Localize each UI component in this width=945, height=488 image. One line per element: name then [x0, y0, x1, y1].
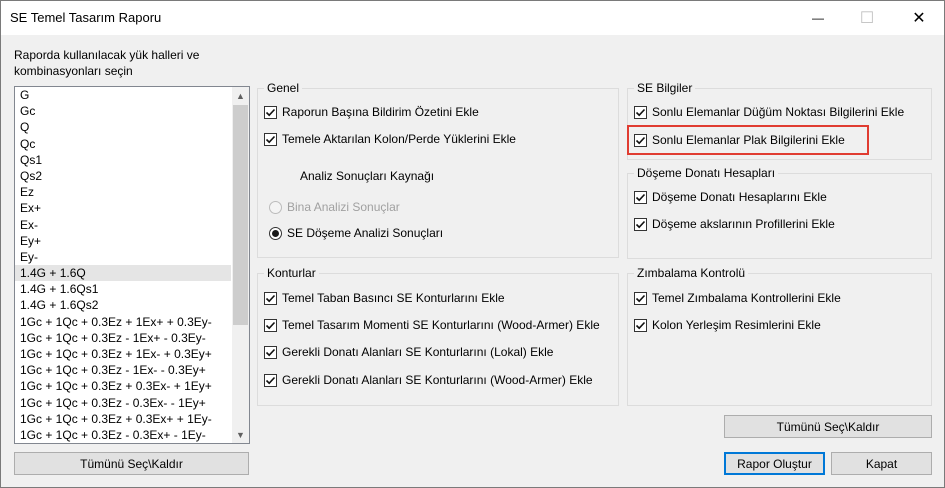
list-item[interactable]: Qc [15, 136, 231, 152]
rebar-local-checkbox[interactable]: Gerekli Donatı Alanları SE Konturlarını … [264, 345, 553, 359]
analysis-source-label: Analiz Sonuçları Kaynağı [300, 169, 435, 183]
checkmark-icon [264, 373, 277, 387]
list-item[interactable]: 1Gc + 1Qc + 0.3Ez + 0.3Ex+ + 1Ey- [15, 411, 231, 427]
window-title: SE Temel Tasarım Raporu [10, 10, 162, 25]
checkmark-icon [634, 217, 647, 231]
list-item[interactable]: Ex- [15, 217, 231, 233]
radio-icon [269, 200, 282, 214]
rebar-woodarmer-checkbox-label: Gerekli Donatı Alanları SE Konturlarını … [282, 373, 593, 387]
design-moment-checkbox-label: Temel Tasarım Momenti SE Konturlarını (W… [282, 318, 600, 332]
rebar-woodarmer-checkbox[interactable]: Gerekli Donatı Alanları SE Konturlarını … [264, 373, 593, 387]
node-info-checkbox-label: Sonlu Elemanlar Düğüm Noktası Bilgilerin… [652, 105, 905, 119]
maximize-icon: ☐ [859, 10, 875, 27]
doseme-group: Döşeme Donatı Hesapları [627, 166, 932, 259]
doseme-legend: Döşeme Donatı Hesapları [634, 166, 779, 180]
checkmark-icon [264, 132, 277, 146]
column-loads-checkbox-label: Temele Aktarılan Kolon/Perde Yüklerini E… [282, 132, 516, 146]
building-analysis-radio-label: Bina Analizi Sonuçlar [287, 200, 400, 214]
scroll-down-icon[interactable]: ▼ [232, 426, 249, 443]
checkmark-icon [264, 318, 277, 332]
column-layout-checkbox[interactable]: Kolon Yerleşim Resimlerini Ekle [634, 318, 821, 332]
checkmark-icon [634, 105, 647, 119]
list-item[interactable]: 1Gc + 1Qc + 0.3Ez - 1Ex+ - 0.3Ey- [15, 330, 231, 346]
list-item[interactable]: 1.4G + 1.6Qs1 [15, 281, 231, 297]
list-item[interactable]: 1Gc + 1Qc + 0.3Ez + 0.3Ex- + 1Ey+ [15, 378, 231, 394]
node-info-checkbox[interactable]: Sonlu Elemanlar Düğüm Noktası Bilgilerin… [634, 105, 904, 119]
summary-checkbox[interactable]: Raporun Başına Bildirim Özetini Ekle [264, 105, 479, 119]
list-item[interactable]: Ex+ [15, 200, 231, 216]
list-items: G Gc Q Qc Qs1 Qs2 Ez Ex+ Ex- Ey+ Ey- 1.4G + 1.6Q 1.4… [15, 87, 231, 443]
list-item[interactable]: 1.4G + 1.6Q [15, 265, 231, 282]
list-item[interactable]: 1.4G + 1.6Qs2 [15, 297, 231, 313]
list-item[interactable]: 1Gc + 1Qc + 0.3Ez - 1Ex- - 0.3Ey+ [15, 362, 231, 378]
slab-rebar-checkbox-label: Döşeme Donatı Hesaplarını Ekle [652, 190, 827, 204]
list-item[interactable]: Qs2 [15, 168, 231, 184]
close-button[interactable]: Kapat [831, 452, 932, 475]
radio-selected-icon [269, 226, 282, 240]
punching-check-checkbox[interactable]: Temel Zımbalama Kontrollerini Ekle [634, 291, 841, 305]
list-scrollbar[interactable]: ▲ ▼ [232, 87, 249, 443]
checkmark-icon [264, 105, 277, 119]
list-item[interactable]: Gc [15, 103, 231, 119]
column-loads-checkbox[interactable]: Temele Aktarılan Kolon/Perde Yüklerini E… [264, 132, 516, 146]
load-cases-prompt: Raporda kullanılacak yük halleri ve komb… [14, 48, 200, 78]
konturlar-legend: Konturlar [264, 266, 319, 280]
slab-rebar-checkbox[interactable]: Döşeme Donatı Hesaplarını Ekle [634, 190, 827, 204]
list-item[interactable]: 1Gc + 1Qc + 0.3Ez + 1Ex- + 0.3Ey+ [15, 346, 231, 362]
list-item[interactable]: 1Gc + 1Qc + 0.3Ez - 0.3Ex+ - 1Ey- [15, 427, 231, 443]
slab-analysis-radio-label: SE Döşeme Analizi Sonuçları [287, 226, 444, 240]
genel-legend: Genel [264, 81, 303, 95]
se-bilgiler-legend: SE Bilgiler [634, 81, 696, 95]
create-report-button[interactable]: Rapor Oluştur [724, 452, 825, 475]
base-pressure-checkbox[interactable]: Temel Taban Basıncı SE Konturlarını Ekle [264, 291, 505, 305]
minimize-icon: — [812, 11, 824, 25]
building-analysis-radio: Bina Analizi Sonuçlar [269, 200, 400, 214]
select-all-left-button[interactable]: Tümünü Seç\Kaldır [14, 452, 249, 475]
list-item[interactable]: Ey- [15, 249, 231, 265]
list-item[interactable]: Ey+ [15, 233, 231, 249]
title-bar: SE Temel Tasarım Raporu — ☐ ✕ [1, 1, 944, 35]
minimize-button[interactable]: — [795, 1, 841, 35]
list-item[interactable]: 1Gc + 1Qc + 0.3Ez - 0.3Ex- - 1Ey+ [15, 395, 231, 411]
rebar-local-checkbox-label: Gerekli Donatı Alanları SE Konturlarını … [282, 345, 554, 359]
close-icon: ✕ [912, 10, 926, 27]
list-item[interactable]: Q [15, 119, 231, 135]
load-cases-listbox[interactable]: G Gc Q Qc Qs1 Qs2 Ez Ex+ Ex- Ey+ Ey- 1.4G + 1.6Q 1.4… [14, 86, 250, 444]
checkmark-icon [634, 318, 647, 332]
dialog-window: SE Temel Tasarım Raporu — ☐ ✕ Raporda ku… [0, 0, 945, 488]
checkmark-icon [634, 190, 647, 204]
slab-profiles-checkbox[interactable]: Döşeme akslarının Profillerini Ekle [634, 217, 835, 231]
list-item[interactable]: G [15, 87, 231, 103]
zimbalama-legend: Zımbalama Kontrolü [634, 266, 749, 280]
column-layout-checkbox-label: Kolon Yerleşim Resimlerini Ekle [652, 318, 821, 332]
highlight-box [627, 125, 869, 155]
summary-checkbox-label: Raporun Başına Bildirim Özetini Ekle [282, 105, 479, 119]
punching-check-checkbox-label: Temel Zımbalama Kontrollerini Ekle [652, 291, 841, 305]
select-all-right-button[interactable]: Tümünü Seç\Kaldır [724, 415, 932, 438]
maximize-button: ☐ [844, 1, 890, 35]
list-item[interactable]: 1Gc + 1Qc + 0.3Ez + 1Ex+ + 0.3Ey- [15, 314, 231, 330]
close-window-button[interactable]: ✕ [896, 1, 942, 35]
checkmark-icon [264, 291, 277, 305]
slab-profiles-checkbox-label: Döşeme akslarının Profillerini Ekle [652, 217, 835, 231]
checkmark-icon [634, 291, 647, 305]
scroll-thumb[interactable] [233, 105, 248, 325]
list-item[interactable]: Qs1 [15, 152, 231, 168]
design-moment-checkbox[interactable]: Temel Tasarım Momenti SE Konturlarını (W… [264, 318, 600, 332]
slab-analysis-radio[interactable]: SE Döşeme Analizi Sonuçları [269, 226, 443, 240]
scroll-up-icon[interactable]: ▲ [232, 87, 249, 104]
list-item[interactable]: Ez [15, 184, 231, 200]
checkmark-icon [264, 345, 277, 359]
base-pressure-checkbox-label: Temel Taban Basıncı SE Konturlarını Ekle [282, 291, 505, 305]
